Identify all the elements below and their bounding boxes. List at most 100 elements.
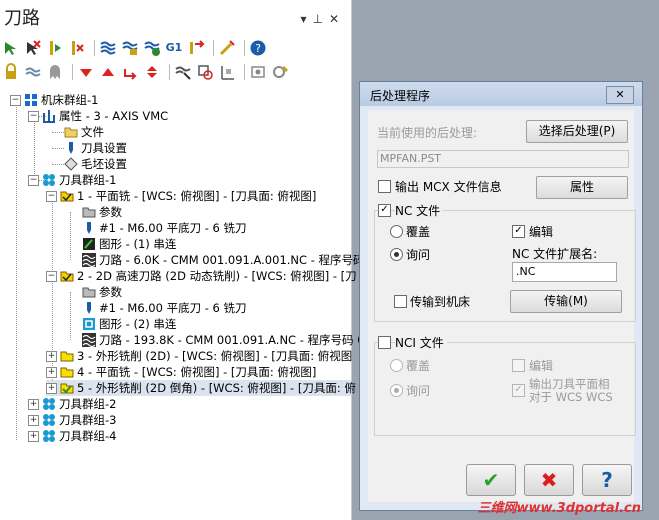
folder-icon bbox=[64, 125, 78, 139]
select-post-button[interactable]: 选择后处理(P) bbox=[526, 120, 628, 143]
tree-op-3[interactable]: + 3 - 外形铣削 (2D) - [WCS: 俯视图] - [刀具面: 俯视图 bbox=[46, 348, 352, 364]
nci-overwrite-radio[interactable] bbox=[390, 359, 403, 372]
g1-post-icon[interactable]: G1 bbox=[165, 39, 183, 57]
tree-op-2-geometry[interactable]: 图形 - (2) 串连 bbox=[82, 316, 176, 332]
toolpath-group-icon bbox=[42, 429, 56, 443]
toolpath-group-icon bbox=[42, 173, 56, 187]
regenerate-selected-icon[interactable] bbox=[46, 39, 64, 57]
watermark: 三维网www.3dportal.cn bbox=[477, 501, 641, 516]
machine-group-icon bbox=[24, 93, 38, 107]
properties-icon bbox=[42, 109, 56, 123]
wand-icon[interactable] bbox=[218, 39, 236, 57]
config-icon[interactable] bbox=[249, 63, 267, 81]
tree-toolpath-group-1[interactable]: − 刀具群组-1 bbox=[28, 172, 116, 188]
tree-op-1-toolpath[interactable]: 刀路 - 6.0K - CMM 001.091.A.001.NC - 程序号码 bbox=[82, 252, 365, 268]
nc-overwrite-radio[interactable] bbox=[390, 225, 403, 238]
lock-icon[interactable] bbox=[2, 63, 20, 81]
toggle-display-icon[interactable] bbox=[24, 63, 42, 81]
send-to-machine-checkbox[interactable] bbox=[394, 295, 407, 308]
tree-op-1-geometry[interactable]: 图形 - (1) 串连 bbox=[82, 236, 176, 252]
check-icon: ✔ bbox=[482, 468, 500, 492]
tree-op-2-tool[interactable]: #1 - M6.00 平底刀 - 6 铣刀 bbox=[82, 300, 247, 316]
dialog-title: 后处理程序 bbox=[370, 89, 431, 103]
select-invalid-icon[interactable] bbox=[24, 39, 42, 57]
geometry-icon bbox=[82, 317, 96, 331]
x-icon: ✖ bbox=[540, 468, 558, 492]
tree-op-1-params[interactable]: 参数 bbox=[82, 204, 122, 220]
tree-toolpath-group-4[interactable]: + 刀具群组-4 bbox=[28, 428, 116, 444]
toolpath-group-icon bbox=[42, 397, 56, 411]
nci-edit-checkbox[interactable] bbox=[512, 359, 525, 372]
dialog-body: 当前使用的后处理: 选择后处理(P) MPFAN.PST 输出 MCX 文件信息… bbox=[368, 110, 636, 502]
nc-file-label: NC 文件 bbox=[395, 202, 444, 219]
ghost-icon[interactable] bbox=[46, 63, 64, 81]
ok-button[interactable]: ✔ bbox=[466, 464, 516, 496]
tree-tool-settings[interactable]: 刀具设置 bbox=[64, 140, 127, 156]
tree-op-2[interactable]: − 2 - 2D 高速刀路 (2D 动态铣削) - [WCS: 俯视图] - [… bbox=[46, 268, 357, 284]
nci-ask-radio[interactable] bbox=[390, 384, 403, 397]
panel-controls[interactable]: ▾⊥✕ bbox=[300, 12, 345, 26]
nci-ask-label: 询问 bbox=[406, 384, 431, 398]
options-icon[interactable] bbox=[271, 63, 289, 81]
dialog-titlebar: 后处理程序 ✕ bbox=[360, 82, 642, 106]
toolbar-row-2 bbox=[2, 61, 293, 83]
insert-arrow-icon[interactable] bbox=[121, 63, 139, 81]
nc-overwrite-label: 覆盖 bbox=[406, 225, 431, 239]
panel-close-icon[interactable]: ✕ bbox=[329, 12, 345, 26]
params-icon bbox=[82, 205, 96, 219]
cancel-button[interactable]: ✖ bbox=[524, 464, 574, 496]
tree-properties[interactable]: − 属性 - 3 - AXIS VMC bbox=[28, 108, 168, 124]
output-mcx-checkbox[interactable] bbox=[378, 180, 391, 193]
post-processing-dialog: 后处理程序 ✕ 当前使用的后处理: 选择后处理(P) MPFAN.PST 输出 … bbox=[359, 81, 643, 511]
tree-stock-setup[interactable]: 毛坯设置 bbox=[64, 156, 127, 172]
panel-menu-icon[interactable]: ▾ bbox=[300, 12, 312, 26]
tree-op-5[interactable]: + 5 - 外形铣削 (2D 倒角) - [WCS: 俯视图] - [刀具面: … bbox=[46, 380, 356, 396]
params-icon bbox=[82, 285, 96, 299]
properties-button[interactable]: 属性 bbox=[536, 176, 628, 199]
send-to-machine-label: 传输到机床 bbox=[410, 295, 471, 309]
pin-icon[interactable]: ⊥ bbox=[312, 12, 328, 26]
send-button[interactable]: 传输(M) bbox=[510, 290, 622, 313]
nc-extension-label: NC 文件扩展名: bbox=[512, 247, 598, 261]
tree-op-1[interactable]: − 1 - 平面铣 - [WCS: 俯视图] - [刀具面: 俯视图] bbox=[46, 188, 316, 204]
dialog-close-button[interactable]: ✕ bbox=[606, 86, 634, 104]
nci-file-checkbox[interactable] bbox=[378, 336, 391, 349]
tool-settings-icon bbox=[64, 141, 78, 155]
tree-toolpath-group-2[interactable]: + 刀具群组-2 bbox=[28, 396, 116, 412]
nc-extension-input[interactable]: .NC bbox=[512, 262, 617, 282]
backplot-icon[interactable] bbox=[99, 39, 117, 57]
toolbar-row-1: G1 ? bbox=[2, 37, 271, 59]
toolpaths-panel: 刀路 ▾⊥✕ G1 ? − 机床群组-1 − 属性 - 3 - AXIS VMC… bbox=[0, 0, 365, 520]
tree-files[interactable]: 文件 bbox=[64, 124, 104, 140]
select-all-ops-icon[interactable] bbox=[2, 39, 20, 57]
help-icon[interactable]: ? bbox=[249, 39, 267, 57]
move-down-icon[interactable] bbox=[77, 63, 95, 81]
nci-output-tool-plane-checkbox[interactable]: ✓ bbox=[512, 384, 525, 397]
nc-file-checkbox[interactable]: ✓ bbox=[378, 204, 391, 217]
toolpath-editor-icon[interactable] bbox=[187, 39, 205, 57]
display-related-icon[interactable] bbox=[196, 63, 214, 81]
panel-title: 刀路 bbox=[4, 8, 40, 29]
tree-op-4[interactable]: + 4 - 平面铣 - [WCS: 俯视图] - [刀具面: 俯视图] bbox=[46, 364, 316, 380]
display-selected-icon[interactable] bbox=[174, 63, 192, 81]
nc-edit-checkbox[interactable]: ✓ bbox=[512, 225, 525, 238]
op-folder-checked-icon bbox=[60, 381, 74, 395]
tree-toolpath-group-3[interactable]: + 刀具群组-3 bbox=[28, 412, 116, 428]
move-up-icon[interactable] bbox=[99, 63, 117, 81]
axis-icon[interactable] bbox=[218, 63, 236, 81]
regenerate-dirty-icon[interactable] bbox=[68, 39, 86, 57]
tree-op-2-params[interactable]: 参数 bbox=[82, 284, 122, 300]
tree-op-2-toolpath[interactable]: 刀路 - 193.8K - CMM 001.091.A.NC - 程序号码 0 bbox=[82, 332, 365, 348]
nci-edit-label: 编辑 bbox=[529, 359, 554, 373]
help-button[interactable]: ? bbox=[582, 464, 632, 496]
output-mcx-label: 输出 MCX 文件信息 bbox=[395, 180, 502, 194]
tree-machine-group[interactable]: − 机床群组-1 bbox=[10, 92, 98, 108]
toolpath-group-icon bbox=[42, 413, 56, 427]
expand-collapse-icon[interactable] bbox=[143, 63, 161, 81]
nc-ask-label: 询问 bbox=[406, 248, 431, 262]
tree-op-1-tool[interactable]: #1 - M6.00 平底刀 - 6 铣刀 bbox=[82, 220, 247, 236]
op-folder-icon bbox=[60, 349, 74, 363]
nc-ask-radio[interactable] bbox=[390, 248, 403, 261]
verify-icon[interactable] bbox=[121, 39, 139, 57]
simulate-icon[interactable] bbox=[143, 39, 161, 57]
